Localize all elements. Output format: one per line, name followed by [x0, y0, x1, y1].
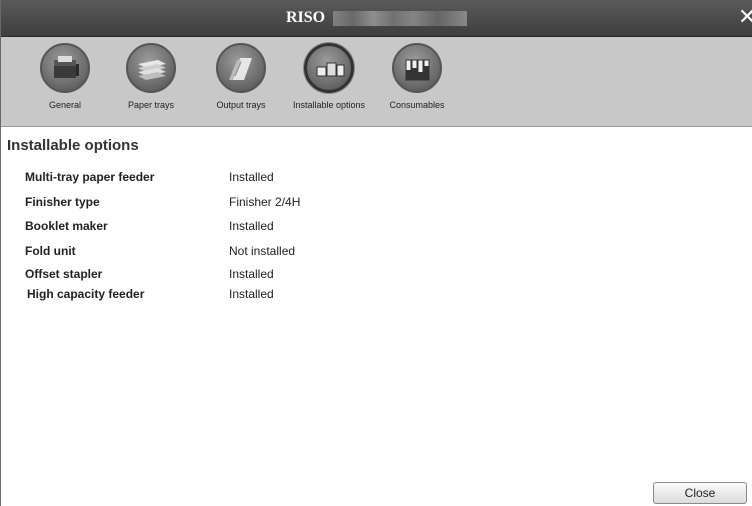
printer-icon [40, 43, 90, 93]
option-value: Installed [229, 219, 274, 233]
option-name: High capacity feeder [27, 287, 145, 301]
option-value: Not installed [229, 244, 296, 258]
options-window: RISO ✕ General Paper trays Output trays … [0, 0, 752, 506]
option-value: Installed [229, 287, 274, 301]
ink-cartridges-icon [392, 43, 442, 93]
paper-stack-icon [126, 43, 176, 93]
redacted-model-name [333, 10, 468, 26]
option-name: Multi-tray paper feeder [25, 170, 155, 184]
option-name: Finisher type [25, 195, 100, 209]
tab-consumables[interactable]: Consumables [385, 43, 449, 110]
close-button[interactable]: Close [653, 482, 747, 504]
tab-paper-trays[interactable]: Paper trays [121, 43, 181, 110]
option-name: Fold unit [25, 244, 76, 258]
tab-general[interactable]: General [39, 43, 91, 110]
option-value: Finisher 2/4H [229, 195, 301, 209]
close-icon[interactable]: ✕ [738, 7, 752, 29]
option-name: Offset stapler [25, 267, 103, 281]
category-toolbar: General Paper trays Output trays Install… [1, 37, 752, 127]
title-bar: RISO ✕ [1, 0, 752, 37]
page-title: Installable options [7, 137, 139, 154]
option-name: Booklet maker [25, 219, 108, 233]
tab-output-trays[interactable]: Output trays [209, 43, 273, 110]
output-paper-icon [216, 43, 266, 93]
window-title: RISO [285, 9, 326, 26]
option-value: Installed [229, 170, 274, 184]
printer-options-icon [304, 43, 354, 93]
option-value: Installed [229, 267, 274, 281]
tab-installable-options[interactable]: Installable options [286, 43, 372, 110]
